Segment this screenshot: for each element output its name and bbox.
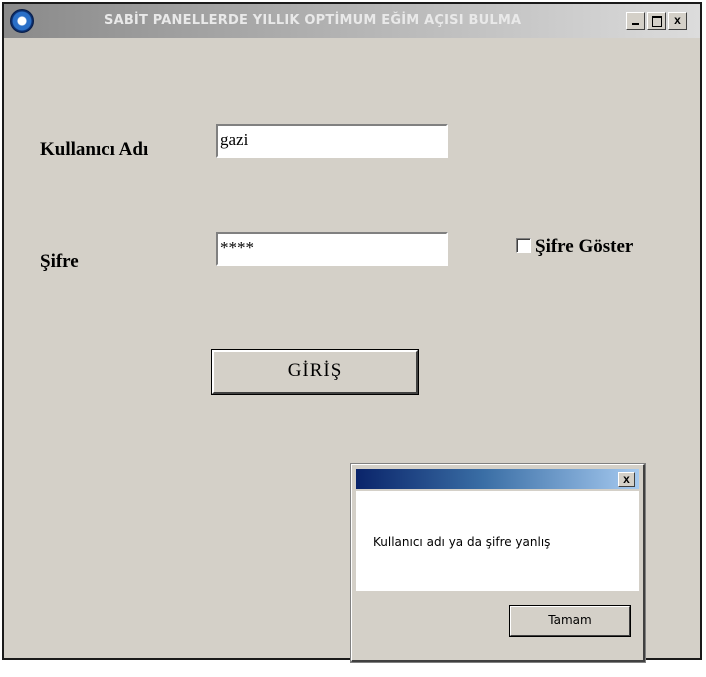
dialog-body: Kullanıcı adı ya da şifre yanlış — [356, 491, 639, 591]
maximize-button[interactable] — [647, 12, 666, 30]
app-globe-icon[interactable] — [10, 9, 34, 33]
close-button[interactable]: x — [668, 12, 687, 30]
minimize-icon — [632, 23, 639, 25]
maximize-icon — [652, 16, 662, 27]
minimize-button[interactable] — [626, 12, 645, 30]
dialog-close-button[interactable]: x — [618, 472, 635, 487]
error-dialog: x Kullanıcı adı ya da şifre yanlış Tamam — [351, 464, 645, 662]
username-label: Kullanıcı Adı — [40, 139, 149, 160]
dialog-message: Kullanıcı adı ya da şifre yanlış — [373, 535, 551, 549]
login-window: SABİT PANELLERDE YILLIK OPTİMUM EĞİM AÇI… — [2, 2, 702, 662]
dialog-ok-button[interactable]: Tamam — [510, 606, 630, 636]
dialog-title-bar[interactable]: x — [356, 469, 639, 489]
login-button[interactable]: GİRİŞ — [212, 350, 418, 394]
username-field[interactable]: gazi — [216, 124, 448, 158]
password-field[interactable]: **** — [216, 232, 448, 266]
close-icon: x — [674, 13, 681, 27]
show-password-label[interactable]: Şifre Göster — [535, 236, 633, 258]
window-title: SABİT PANELLERDE YILLIK OPTİMUM EĞİM AÇI… — [104, 13, 522, 28]
password-label: Şifre — [40, 251, 79, 272]
dialog-close-icon: x — [623, 472, 630, 486]
show-password-checkbox[interactable] — [516, 238, 531, 253]
title-bar[interactable]: SABİT PANELLERDE YILLIK OPTİMUM EĞİM AÇI… — [4, 4, 700, 38]
